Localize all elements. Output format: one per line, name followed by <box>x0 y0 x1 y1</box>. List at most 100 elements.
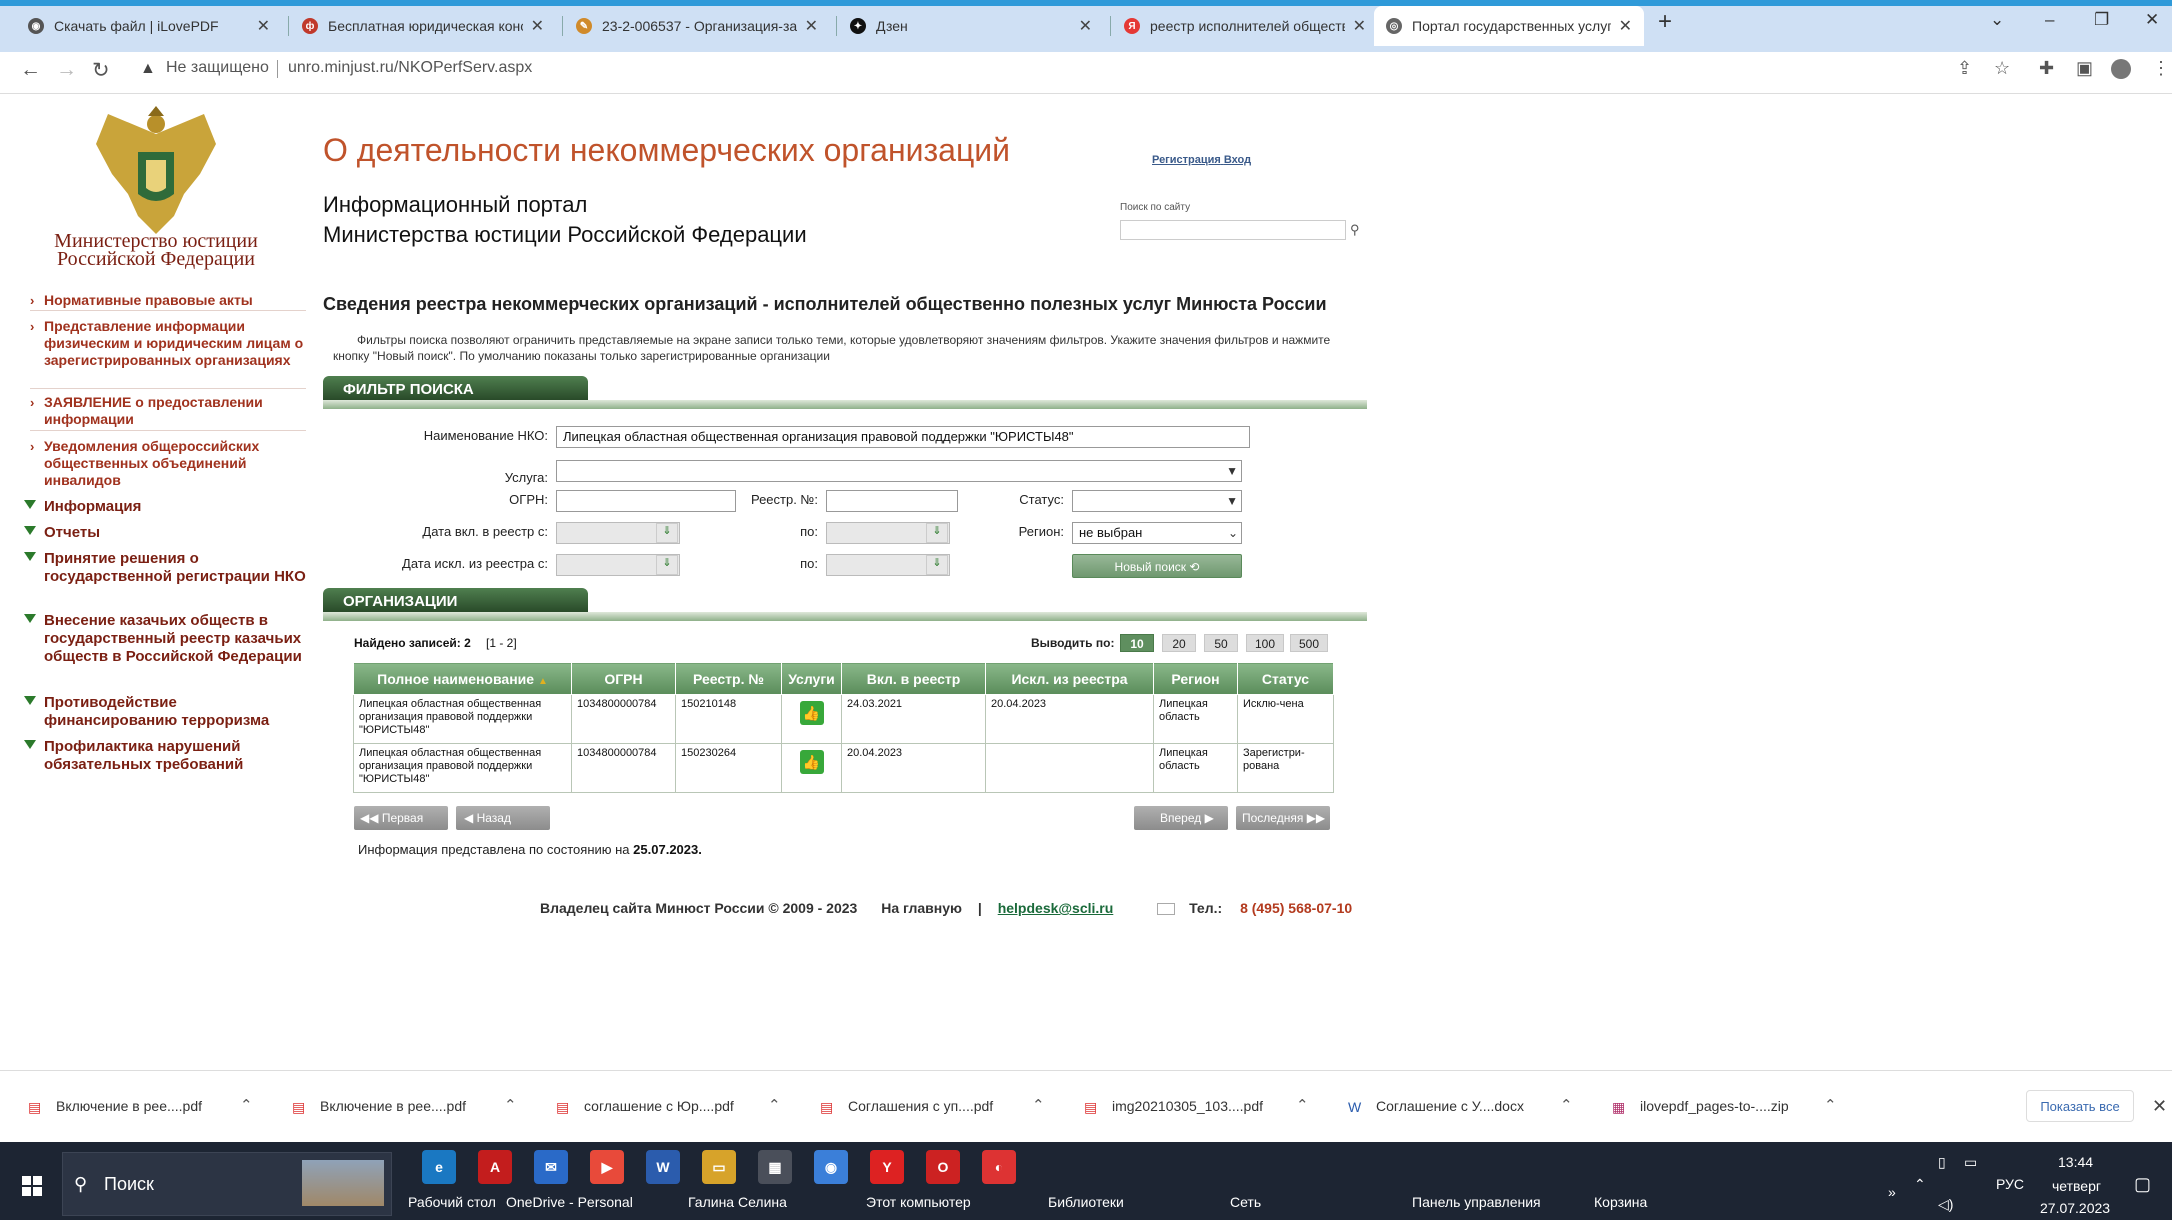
left-link-label[interactable]: Уведомления общероссийских общественных … <box>30 438 310 489</box>
new-search-button[interactable]: Новый поиск ⟲ <box>1072 554 1242 578</box>
download-item[interactable]: ▤ Включение в рее....pdf <box>292 1098 466 1116</box>
tab-search-icon[interactable]: ⌄ <box>1990 10 2004 30</box>
tablet-icon[interactable]: ▯ <box>1938 1154 1946 1171</box>
calendar-icon[interactable]: ⇓ <box>926 555 948 575</box>
left-link-notifications[interactable]: › Уведомления общероссийских общественных… <box>30 438 310 489</box>
url-input[interactable]: unro.minjust.ru/NKOPerfServ.aspx <box>288 59 532 77</box>
left-section-reports[interactable]: Отчеты <box>24 524 314 542</box>
left-link-label[interactable]: Нормативные правовые акты <box>30 292 310 309</box>
left-section-cossack[interactable]: Внесение казачьих обществ в государствен… <box>24 612 314 666</box>
browser-menu-icon[interactable]: ⋮ <box>2152 58 2170 79</box>
left-section-label[interactable]: Внесение казачьих обществ в государствен… <box>24 612 314 666</box>
new-tab-button[interactable]: + <box>1658 8 1672 36</box>
taskbar-link-onedrive[interactable]: OneDrive - Personal <box>506 1194 633 1210</box>
overflow-icon[interactable]: » <box>1888 1184 1896 1200</box>
clock-date[interactable]: 27.07.2023 <box>2040 1200 2110 1216</box>
chevron-up-icon[interactable]: ⌃ <box>1824 1096 1837 1114</box>
helpdesk-email-link[interactable]: helpdesk@scli.ru <box>998 900 1114 916</box>
download-item[interactable]: ▤ Соглашения с уп....pdf <box>820 1098 993 1116</box>
download-item[interactable]: ▤ соглашение с Юр....pdf <box>556 1098 734 1116</box>
left-link-info-provision[interactable]: › Представление информации физическим и ю… <box>30 318 310 369</box>
chevron-up-icon[interactable]: ⌃ <box>1296 1096 1309 1114</box>
monitor-icon[interactable]: ▭ <box>1964 1154 1977 1171</box>
tab-gov-portal[interactable]: ◎ Портал государственных услуг ✕ <box>1374 6 1644 46</box>
tab-legal-consult[interactable]: ф Бесплатная юридическая консу ✕ <box>290 6 556 46</box>
edge-icon[interactable]: e <box>422 1150 456 1184</box>
left-link-label[interactable]: Представление информации физическим и юр… <box>30 318 310 369</box>
left-section-registration[interactable]: Принятие решения о государственной регис… <box>24 550 314 586</box>
left-section-prevention[interactable]: Профилактика нарушений обязательных треб… <box>24 738 314 774</box>
windows-start-icon[interactable] <box>22 1176 42 1196</box>
side-panel-icon[interactable]: ▣ <box>2076 58 2093 79</box>
per-page-500[interactable]: 500 <box>1290 634 1328 652</box>
volume-icon[interactable]: ◁) <box>1938 1196 1953 1213</box>
close-icon[interactable]: ✕ <box>531 16 544 36</box>
chevron-up-icon[interactable]: ⌃ <box>1914 1176 1926 1193</box>
chrome-icon[interactable]: ◉ <box>814 1150 848 1184</box>
restore-icon[interactable]: ❐ <box>2094 10 2109 30</box>
thumbs-up-icon[interactable]: 👍 <box>799 701 824 725</box>
column-header-region[interactable]: Регион <box>1153 662 1238 695</box>
left-section-label[interactable]: Принятие решения о государственной регис… <box>24 550 314 586</box>
taskbar-link-network[interactable]: Сеть <box>1230 1194 1261 1210</box>
site-search-input[interactable] <box>1120 220 1346 240</box>
download-item[interactable]: W Соглашение с У....docx <box>1348 1098 1524 1116</box>
ogrn-input[interactable] <box>556 490 736 512</box>
per-page-20[interactable]: 20 <box>1162 634 1196 652</box>
nko-name-input[interactable]: Липецкая областная общественная организа… <box>556 426 1250 448</box>
profile-avatar-icon[interactable] <box>2111 59 2131 79</box>
download-item[interactable]: ▦ ilovepdf_pages-to-....zip <box>1612 1098 1789 1116</box>
region-select[interactable]: не выбран ⌄ <box>1072 522 1242 544</box>
opera-icon[interactable]: O <box>926 1150 960 1184</box>
taskbar-link-recycle-bin[interactable]: Корзина <box>1594 1194 1647 1210</box>
chevron-up-icon[interactable]: ⌃ <box>504 1096 517 1114</box>
clock-day[interactable]: четверг <box>2052 1178 2101 1194</box>
chevron-up-icon[interactable]: ⌃ <box>1560 1096 1573 1114</box>
back-icon[interactable]: ← <box>20 58 41 82</box>
tab-registry-search[interactable]: Я реестр исполнителей обществе ✕ <box>1112 6 1378 46</box>
left-section-information[interactable]: Информация <box>24 498 314 516</box>
service-select[interactable]: ▼ <box>556 460 1242 482</box>
mail-icon[interactable]: ✉ <box>534 1150 568 1184</box>
left-section-label[interactable]: Информация <box>24 498 314 516</box>
close-icon[interactable]: ✕ <box>1079 16 1092 36</box>
left-section-label[interactable]: Отчеты <box>24 524 314 542</box>
calendar-icon[interactable]: ⇓ <box>656 523 678 543</box>
close-icon[interactable]: ✕ <box>257 16 270 36</box>
per-page-50[interactable]: 50 <box>1204 634 1238 652</box>
security-status[interactable]: Не защищено <box>166 59 269 77</box>
taskbar-link-libraries[interactable]: Библиотеки <box>1048 1194 1124 1210</box>
table-row[interactable]: Липецкая областная общественная организа… <box>353 694 1334 744</box>
column-header-status[interactable]: Статус <box>1237 662 1334 695</box>
login-link[interactable]: Вход <box>1224 154 1251 166</box>
calculator-icon[interactable]: ▦ <box>758 1150 792 1184</box>
forward-icon[interactable]: → <box>56 58 77 82</box>
taskbar-search-placeholder[interactable]: Поиск <box>104 1174 154 1195</box>
share-icon[interactable]: ⇪ <box>1957 58 1972 79</box>
yandex-browser-icon[interactable]: Y <box>870 1150 904 1184</box>
download-item[interactable]: ▤ Включение в рее....pdf <box>28 1098 202 1116</box>
chevron-up-icon[interactable]: ⌃ <box>768 1096 781 1114</box>
last-page-button[interactable]: Последняя ▶▶ <box>1236 806 1330 830</box>
acrobat-icon[interactable]: A <box>478 1150 512 1184</box>
taskbar-link-this-pc[interactable]: Этот компьютер <box>866 1194 971 1210</box>
home-link[interactable]: На главную <box>881 900 962 916</box>
register-link[interactable]: Регистрация <box>1152 154 1221 166</box>
left-link-label[interactable]: ЗАЯВЛЕНИЕ о предоставлении информации <box>30 394 310 428</box>
chevron-up-icon[interactable]: ⌃ <box>240 1096 253 1114</box>
prev-page-button[interactable]: ◀ Назад <box>456 806 550 830</box>
extensions-icon[interactable]: ✚ <box>2039 58 2054 79</box>
column-header-date-out[interactable]: Искл. из реестра <box>985 662 1154 695</box>
close-icon[interactable]: ✕ <box>1353 16 1366 36</box>
calendar-icon[interactable]: ⇓ <box>926 523 948 543</box>
clock-time[interactable]: 13:44 <box>2058 1154 2093 1170</box>
chevron-up-icon[interactable]: ⌃ <box>1032 1096 1045 1114</box>
warning-icon[interactable]: ▲ <box>140 60 156 78</box>
reload-icon[interactable]: ↻ <box>92 58 110 83</box>
column-header-name[interactable]: Полное наименование ▲ <box>353 662 572 695</box>
taskbar-link-user[interactable]: Галина Селина <box>688 1194 787 1210</box>
notifications-icon[interactable]: ▢ <box>2134 1174 2151 1195</box>
first-page-button[interactable]: ◀◀ Первая <box>354 806 448 830</box>
close-window-icon[interactable]: ✕ <box>2145 10 2159 30</box>
file-explorer-icon[interactable]: ▭ <box>702 1150 736 1184</box>
